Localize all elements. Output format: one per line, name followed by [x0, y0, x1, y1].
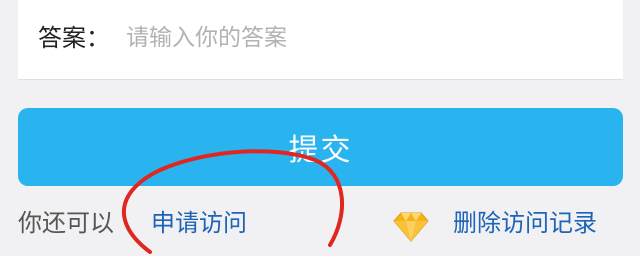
apply-access-link[interactable]: 申请访问: [151, 206, 247, 240]
hint-text: 你还可以: [18, 209, 114, 237]
hint-row: 你还可以 申请访问 删除访问记录: [18, 206, 623, 242]
delete-visit-record-link[interactable]: 删除访问记录: [453, 206, 597, 240]
answer-input[interactable]: [126, 20, 596, 56]
submit-button[interactable]: 提交: [18, 108, 623, 186]
answer-card: 答案：: [18, 0, 623, 80]
diamond-icon[interactable]: [392, 211, 430, 243]
answer-label: 答案：: [38, 24, 110, 52]
